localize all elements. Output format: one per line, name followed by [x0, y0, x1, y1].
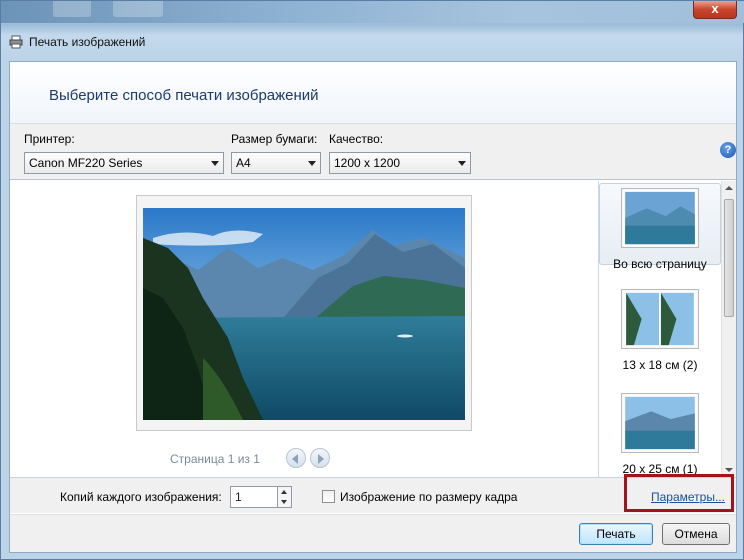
- desktop-taskbar-strip: [1, 1, 744, 23]
- chevron-down-icon: [211, 161, 219, 166]
- layout-full-page[interactable]: Во всю страницу: [599, 183, 721, 271]
- layout-list: Во всю страницу 13 x 18 см (2) 20 x 25 с…: [598, 181, 736, 477]
- window-title: Печать изображений: [29, 35, 146, 49]
- arrow-right-icon: [318, 454, 324, 464]
- page-title: Выберите способ печати изображений: [49, 87, 319, 104]
- background-window-button: [53, 1, 91, 17]
- previous-page-button[interactable]: [286, 448, 306, 468]
- scroll-down-icon[interactable]: [725, 468, 733, 472]
- paper-size-select[interactable]: A4: [231, 152, 321, 174]
- dialog-header: Выберите способ печати изображений: [10, 62, 736, 124]
- chevron-down-icon: [308, 161, 316, 166]
- paper-size-label: Размер бумаги:: [231, 132, 318, 146]
- help-icon[interactable]: ?: [720, 142, 736, 158]
- layout-scrollbar[interactable]: [721, 181, 736, 477]
- dialog-body: Выберите способ печати изображений Принт…: [9, 61, 737, 553]
- print-pictures-window: x Печать изображений Выберите способ печ…: [0, 0, 744, 560]
- layout-thumbnail: [621, 289, 699, 349]
- quality-label: Качество:: [329, 132, 384, 146]
- preview-pane: Страница 1 из 1: [10, 181, 598, 477]
- background-window-button: [113, 1, 163, 17]
- quality-value: 1200 x 1200: [334, 156, 401, 170]
- printer-select-value: Canon MF220 Series: [29, 156, 143, 170]
- copies-value: 1: [235, 490, 242, 504]
- fit-to-frame-checkbox[interactable]: [322, 490, 335, 503]
- next-page-button[interactable]: [310, 448, 330, 468]
- increment-icon[interactable]: [281, 490, 287, 494]
- scroll-up-icon[interactable]: [725, 186, 733, 190]
- layout-20x25[interactable]: 20 x 25 см (1): [599, 389, 721, 476]
- layout-thumbnail: [621, 393, 699, 453]
- printer-label: Принтер:: [24, 132, 75, 146]
- layout-13x18[interactable]: 13 x 18 см (2): [599, 285, 721, 372]
- dialog-footer: Печать Отмена: [10, 514, 736, 552]
- highlight-annotation: [624, 474, 734, 512]
- page-preview: [136, 195, 472, 431]
- print-options: Принтер: Canon MF220 Series Размер бумаг…: [10, 124, 736, 180]
- layout-thumbnail: [621, 188, 699, 248]
- layout-label: Во всю страницу: [613, 257, 707, 271]
- copies-input[interactable]: 1: [230, 486, 278, 508]
- close-button[interactable]: x: [693, 1, 737, 19]
- arrow-left-icon: [292, 454, 298, 464]
- printer-icon: [9, 35, 23, 49]
- quality-select[interactable]: 1200 x 1200: [329, 152, 471, 174]
- copies-label: Копий каждого изображения:: [60, 490, 222, 504]
- scroll-thumb[interactable]: [724, 199, 734, 317]
- page-indicator: Страница 1 из 1: [170, 452, 260, 466]
- decrement-icon[interactable]: [281, 500, 287, 504]
- landscape-photo: [143, 208, 465, 420]
- fit-to-frame-label[interactable]: Изображение по размеру кадра: [340, 490, 517, 504]
- title-bar: Печать изображений: [1, 31, 743, 53]
- print-button[interactable]: Печать: [579, 523, 653, 545]
- cancel-button[interactable]: Отмена: [662, 523, 730, 545]
- layout-label: 13 x 18 см (2): [622, 358, 698, 372]
- copies-stepper[interactable]: [278, 486, 292, 508]
- printer-select[interactable]: Canon MF220 Series: [24, 152, 224, 174]
- chevron-down-icon: [458, 161, 466, 166]
- paper-size-value: A4: [236, 156, 251, 170]
